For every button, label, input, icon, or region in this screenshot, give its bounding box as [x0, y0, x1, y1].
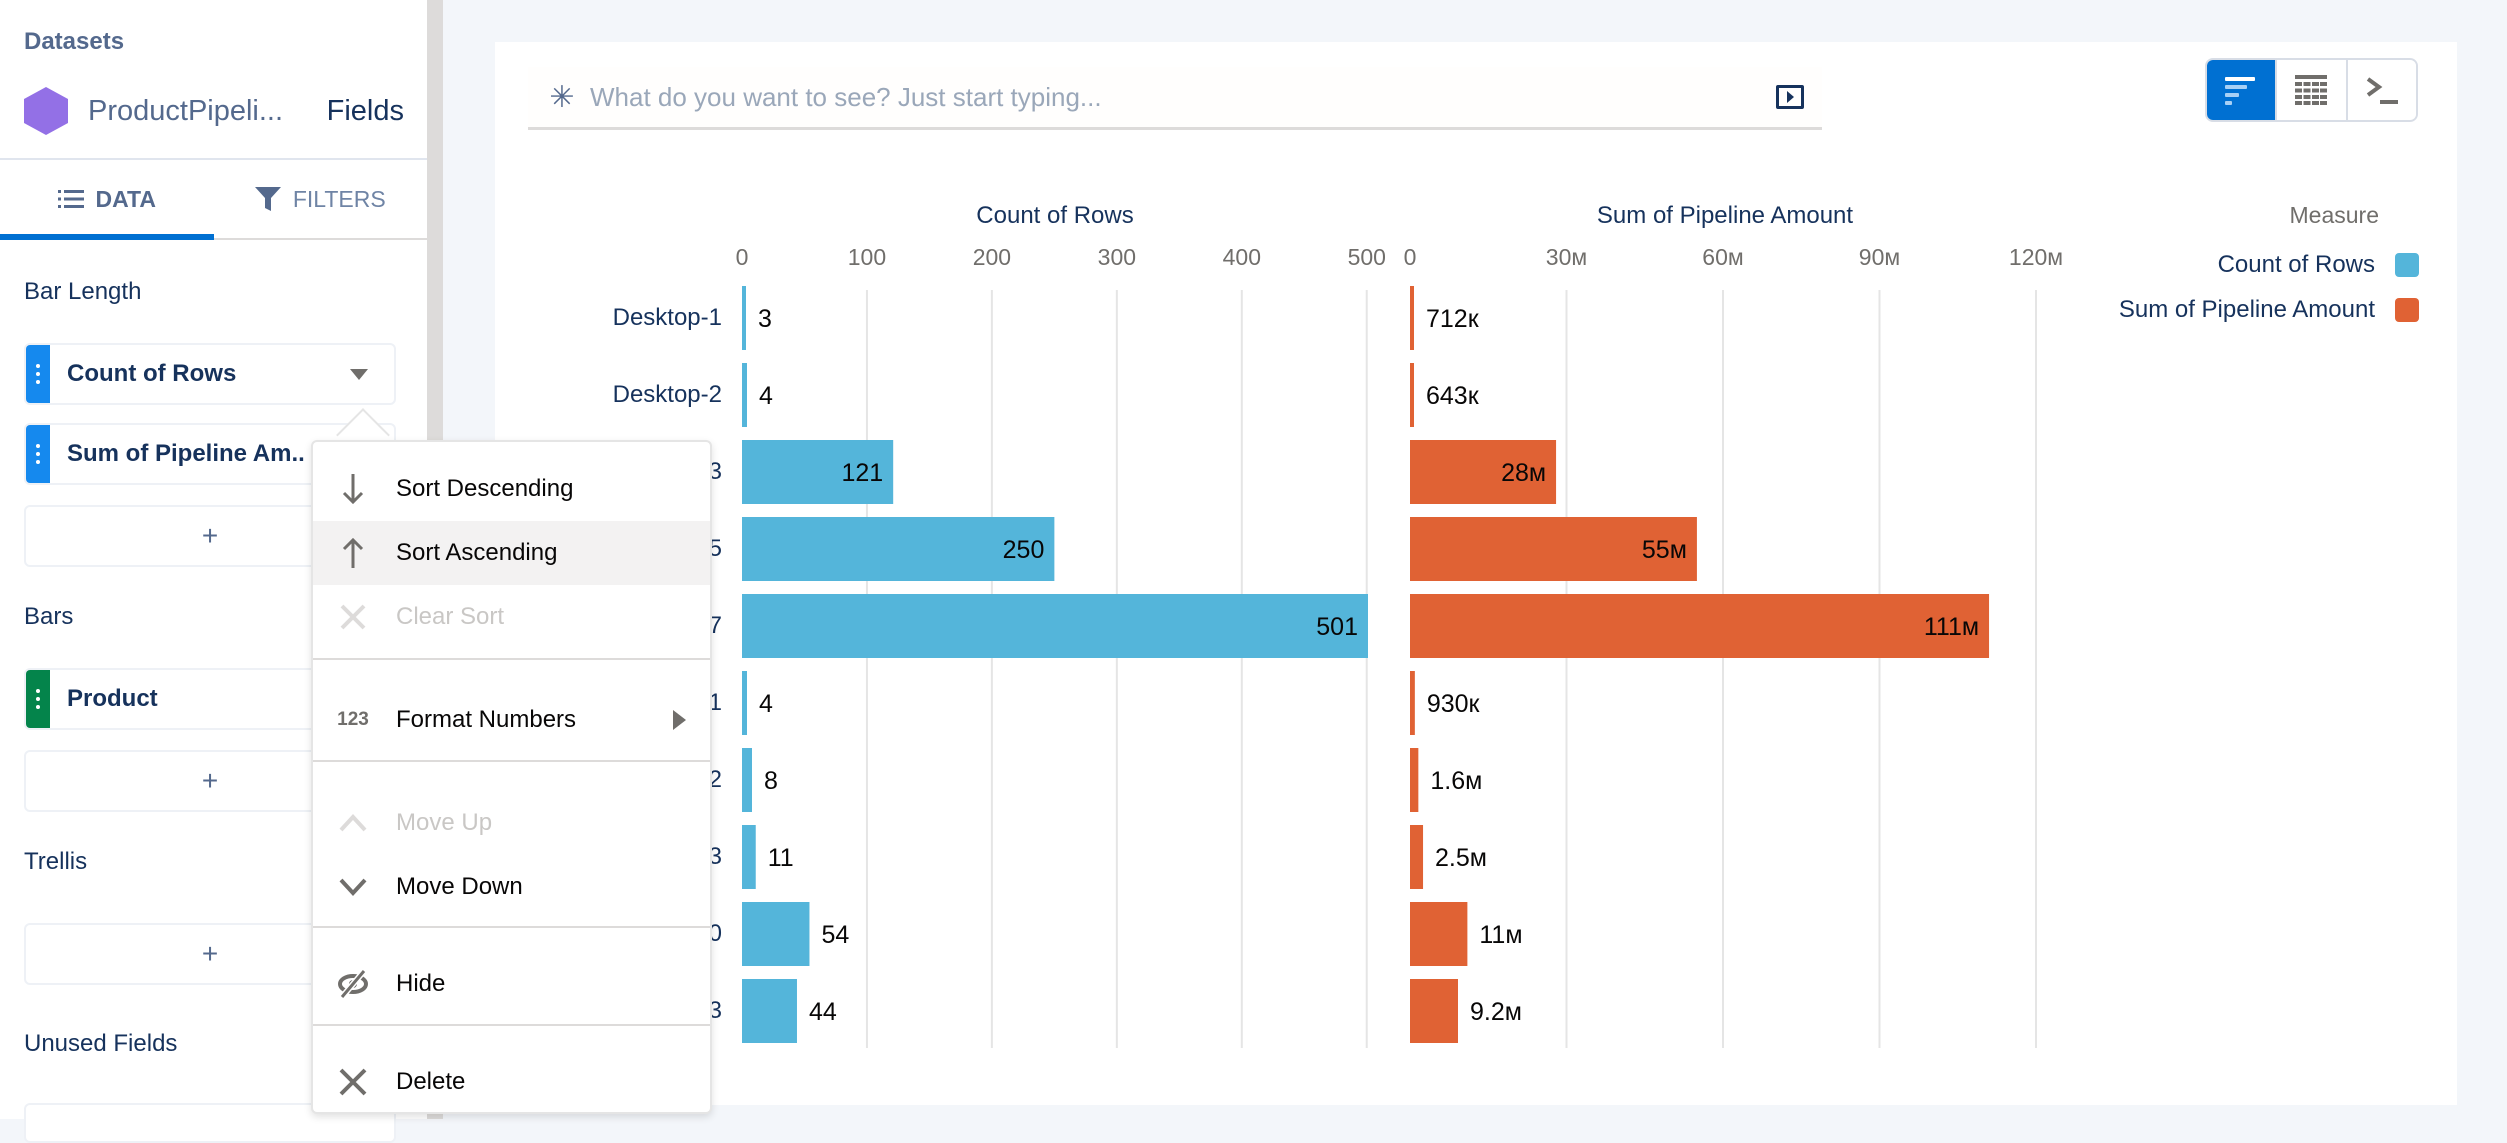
menu-item-label: Clear Sort	[396, 603, 505, 630]
legend-item-sum[interactable]: Sum of Pipeline Amount	[2119, 296, 2419, 324]
legend-label: Count of Rows	[2217, 251, 2375, 278]
axis-tick-label: 60м	[1702, 244, 1744, 270]
menu-separator	[313, 658, 710, 660]
bar-value-label: 501	[1316, 613, 1358, 641]
bar-value-label: 930к	[1427, 690, 1481, 718]
menu-item-label: Hide	[396, 970, 446, 997]
chevron-up-icon	[333, 814, 373, 832]
legend-swatch	[2395, 298, 2419, 322]
bar-value-label: 250	[1003, 536, 1045, 564]
bar[interactable]	[742, 902, 810, 966]
menu-item-label: Move Down	[396, 873, 523, 900]
bar-value-label: 28м	[1501, 459, 1546, 487]
menu-item-label: Delete	[396, 1068, 466, 1095]
category-label: Desktop-2	[612, 381, 722, 408]
axis-tick-label: 100	[847, 244, 887, 270]
bar-value-label: 11	[768, 844, 794, 872]
bar-value-label: 712к	[1426, 305, 1480, 333]
bar-value-label: 2.5м	[1435, 844, 1487, 872]
bar[interactable]	[742, 363, 747, 427]
menu-item-sort-descending[interactable]: Sort Descending	[313, 457, 710, 521]
hide-icon	[333, 970, 373, 998]
bar-value-label: 8	[764, 767, 778, 795]
menu-item-hide[interactable]: Hide	[313, 952, 710, 1016]
axis-tick-label: 90м	[1858, 244, 1901, 270]
bar-value-label: 121	[841, 459, 883, 487]
menu-item-format-numbers[interactable]: 123 Format Numbers	[313, 688, 710, 752]
bar-value-label: 55м	[1642, 536, 1687, 564]
bar-value-label: 643к	[1426, 382, 1480, 410]
menu-item-label: Move Up	[396, 809, 493, 836]
axis-tick-label: 0	[735, 244, 749, 270]
menu-separator	[313, 1024, 710, 1026]
chevron-down-icon	[333, 878, 373, 896]
bar-value-label: 11м	[1479, 921, 1522, 949]
legend-item-count[interactable]: Count of Rows	[2218, 251, 2419, 279]
menu-item-move-down[interactable]: Move Down	[313, 855, 710, 919]
menu-item-label: Sort Ascending	[396, 539, 558, 566]
bar[interactable]	[1410, 979, 1458, 1043]
axis-tick-label: 300	[1097, 244, 1137, 270]
bar[interactable]	[1410, 594, 1990, 658]
axis-tick-label: 30м	[1545, 244, 1588, 270]
bar-value-label: 111м	[1924, 613, 1979, 641]
bar[interactable]	[1410, 286, 1414, 350]
menu-item-delete[interactable]: Delete	[313, 1050, 710, 1114]
axis-tick-label: 400	[1222, 244, 1261, 270]
bar-value-label: 54	[821, 921, 849, 949]
category-label: Desktop-1	[612, 304, 722, 331]
bar-value-label: 9.2м	[1470, 998, 1522, 1026]
bar[interactable]	[742, 594, 1368, 658]
menu-item-label: Sort Descending	[396, 475, 574, 502]
field-context-menu: Sort Descending Sort Ascending Clear Sor…	[311, 440, 712, 1114]
bar-value-label: 4	[759, 690, 773, 718]
bar-value-label: 1.6м	[1430, 767, 1482, 795]
menu-separator	[313, 926, 710, 928]
arrow-down-icon	[333, 474, 373, 504]
bar[interactable]	[742, 286, 746, 350]
menu-item-sort-ascending[interactable]: Sort Ascending	[313, 521, 710, 585]
axis-tick-label: 500	[1347, 244, 1386, 270]
menu-separator	[313, 760, 710, 762]
bar[interactable]	[1410, 671, 1415, 735]
axis-tick-label: 120м	[2008, 244, 2064, 270]
bar[interactable]	[742, 671, 747, 735]
menu-item-label: Format Numbers	[396, 706, 577, 733]
menu-item-clear-sort[interactable]: Clear Sort	[313, 585, 710, 649]
legend-swatch	[2395, 253, 2419, 277]
delete-icon	[333, 1068, 373, 1096]
bar[interactable]	[742, 979, 797, 1043]
bar[interactable]	[1410, 363, 1414, 427]
bar[interactable]	[1410, 748, 1419, 812]
close-icon	[333, 604, 373, 630]
legend-label: Sum of Pipeline Amount	[2118, 296, 2375, 323]
bar-value-label: 3	[758, 305, 772, 333]
arrow-up-icon	[333, 538, 373, 568]
menu-item-move-up[interactable]: Move Up	[313, 791, 710, 855]
bar[interactable]	[1410, 825, 1424, 889]
bar[interactable]	[1410, 902, 1468, 966]
bar[interactable]	[742, 825, 756, 889]
bar-value-label: 4	[759, 382, 773, 410]
bar[interactable]	[742, 748, 752, 812]
axis-tick-label: 200	[972, 244, 1012, 270]
legend-title: Measure	[2289, 202, 2379, 228]
axis-tick-label: 0	[1403, 244, 1417, 270]
submenu-arrow-icon	[673, 710, 686, 730]
bar-value-label: 44	[809, 998, 837, 1026]
number-format-icon: 123	[337, 709, 369, 730]
